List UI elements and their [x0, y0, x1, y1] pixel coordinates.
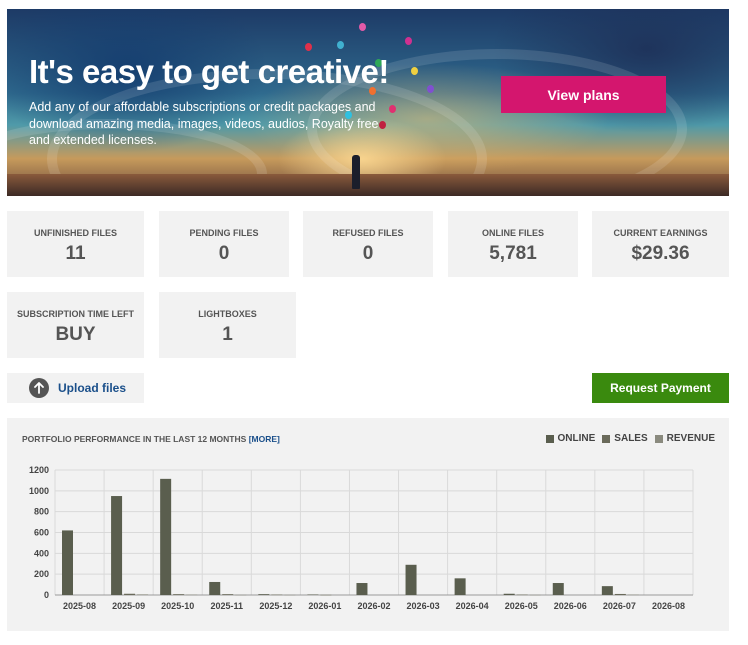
balloon-icon: [427, 85, 434, 93]
bar-sales: [222, 594, 234, 595]
bar-online: [209, 581, 221, 595]
bar-online: [552, 583, 564, 595]
bar-online: [111, 496, 123, 595]
balloon-icon: [305, 43, 312, 51]
balloon-icon: [411, 67, 418, 75]
arrow-up-icon: [29, 378, 49, 398]
stat-value: $29.36: [631, 243, 690, 264]
y-tick-label: 400: [34, 548, 49, 558]
bar-online: [503, 593, 515, 595]
bar-revenue: [627, 594, 639, 596]
balloon-icon: [405, 37, 412, 45]
bar-revenue: [186, 594, 198, 596]
stat-card-pending-files[interactable]: PENDING FILES 0: [159, 211, 289, 277]
stat-card-refused-files[interactable]: REFUSED FILES 0: [303, 211, 433, 277]
x-tick-label: 2026-08: [652, 601, 685, 611]
portfolio-performance-panel: PORTFOLIO PERFORMANCE IN THE LAST 12 MON…: [7, 418, 729, 631]
stat-label: CURRENT EARNINGS: [613, 228, 708, 238]
stat-card-unfinished-files[interactable]: UNFINISHED FILES 11: [7, 211, 144, 277]
bar-online: [601, 586, 613, 595]
x-tick-label: 2025-09: [112, 601, 145, 611]
balloon-icon: [337, 41, 344, 49]
y-tick-label: 800: [34, 507, 49, 517]
bar-online: [356, 583, 368, 595]
bar-online: [258, 594, 270, 595]
portfolio-bar-chart: 0 200 400 600 800 1000 1200 2025-08 2025-09 2025-…: [29, 465, 694, 611]
stat-value: 1: [222, 324, 233, 345]
hero-subtitle: Add any of our affordable subscriptions …: [29, 100, 379, 147]
bar-online: [307, 594, 319, 595]
bar-sales: [271, 594, 283, 596]
y-tick-label: 1200: [29, 465, 49, 475]
x-tick-label: 2026-03: [407, 601, 440, 611]
stat-value: 0: [362, 243, 374, 264]
stat-card-current-earnings[interactable]: CURRENT EARNINGS $29.36: [592, 211, 729, 277]
x-tick-label: 2025-12: [259, 601, 292, 611]
stat-value: 11: [65, 243, 86, 264]
x-tick-label: 2026-01: [308, 601, 341, 611]
bar-online: [62, 530, 73, 595]
x-tick-label: 2025-11: [210, 601, 243, 611]
bar-revenue: [235, 594, 247, 596]
hero-ground: [7, 174, 729, 196]
bar-online: [160, 478, 172, 595]
y-tick-label: 600: [34, 528, 49, 538]
bar-sales: [516, 594, 528, 596]
x-tick-label: 2025-08: [63, 601, 96, 611]
upload-files-button[interactable]: Upload files: [7, 373, 144, 403]
x-tick-label: 2026-05: [505, 601, 538, 611]
stat-label: UNFINISHED FILES: [33, 228, 117, 238]
bar-online: [405, 564, 417, 595]
bar-sales: [614, 593, 626, 595]
x-tick-label: 2025-10: [161, 601, 194, 611]
stat-label: PENDING FILES: [189, 228, 259, 238]
hero-banner: It's easy to get creative! Add any of ou…: [7, 9, 729, 196]
bar-online: [454, 578, 466, 595]
bar-revenue: [137, 594, 149, 595]
stat-label: REFUSED FILES: [332, 228, 404, 238]
y-tick-label: 1000: [29, 486, 49, 496]
hero-figure: [352, 155, 360, 189]
stat-value: 5,781: [489, 243, 537, 264]
y-tick-label: 200: [34, 569, 49, 579]
bar-revenue: [529, 594, 541, 596]
stat-card-online-files[interactable]: ONLINE FILES 5,781: [448, 211, 578, 277]
request-payment-button[interactable]: Request Payment: [592, 373, 729, 403]
stat-card-lightboxes[interactable]: LIGHTBOXES 1: [159, 292, 296, 358]
bar-sales: [320, 594, 332, 596]
x-tick-label: 2026-04: [456, 601, 489, 611]
hero-title: It's easy to get creative!: [29, 53, 389, 90]
balloon-icon: [359, 23, 366, 31]
stat-label: ONLINE FILES: [481, 228, 544, 238]
stat-card-subscription-time-left[interactable]: SUBSCRIPTION TIME LEFT BUY: [7, 292, 144, 358]
stat-value: BUY: [55, 324, 96, 345]
bar-sales: [173, 594, 185, 595]
view-plans-button[interactable]: View plans: [501, 76, 666, 113]
stat-label: LIGHTBOXES: [198, 309, 257, 319]
upload-files-label: Upload files: [58, 381, 127, 395]
bar-sales: [124, 593, 136, 595]
x-tick-label: 2026-06: [554, 601, 587, 611]
bar-revenue: [284, 594, 296, 596]
stat-label: SUBSCRIPTION TIME LEFT: [17, 309, 134, 319]
x-tick-label: 2026-02: [357, 601, 390, 611]
stat-value: 0: [218, 243, 230, 264]
x-tick-label: 2026-07: [603, 601, 636, 611]
y-tick-label: 0: [44, 590, 49, 600]
